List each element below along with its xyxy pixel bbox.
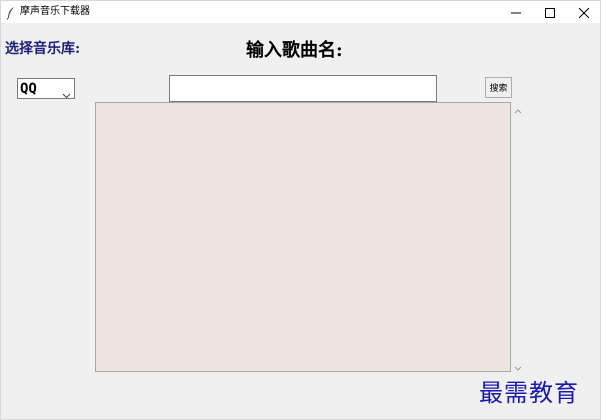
song-search-input[interactable]: [169, 75, 437, 102]
window-title: 摩声音乐下载器: [20, 6, 90, 17]
library-select-value: QQ: [20, 81, 37, 97]
scroll-down-button[interactable]: [511, 360, 525, 372]
search-button[interactable]: 搜索: [485, 77, 512, 98]
song-name-label: 输入歌曲名:: [246, 40, 343, 61]
watermark: 最需教育: [479, 379, 579, 407]
library-label: 选择音乐库:: [5, 41, 81, 57]
maximize-icon: [545, 3, 555, 22]
feather-icon: [6, 5, 16, 20]
maximize-button[interactable]: [533, 1, 567, 23]
title-bar[interactable]: 摩声音乐下载器: [1, 1, 600, 23]
close-icon: [578, 3, 590, 22]
close-button[interactable]: [567, 1, 601, 23]
chevron-up-icon: [514, 99, 522, 118]
minimize-button[interactable]: [499, 1, 533, 23]
chevron-down-icon[interactable]: [62, 85, 71, 99]
results-list[interactable]: [95, 102, 511, 372]
scroll-up-button[interactable]: [511, 102, 525, 114]
app-window: 摩声音乐下载器 选择音乐库: 输入歌曲名: QQ 搜索 最需教育: [0, 0, 601, 420]
minimize-icon: [511, 3, 521, 22]
results-scrollbar[interactable]: [511, 102, 525, 372]
library-select[interactable]: QQ: [17, 78, 75, 99]
